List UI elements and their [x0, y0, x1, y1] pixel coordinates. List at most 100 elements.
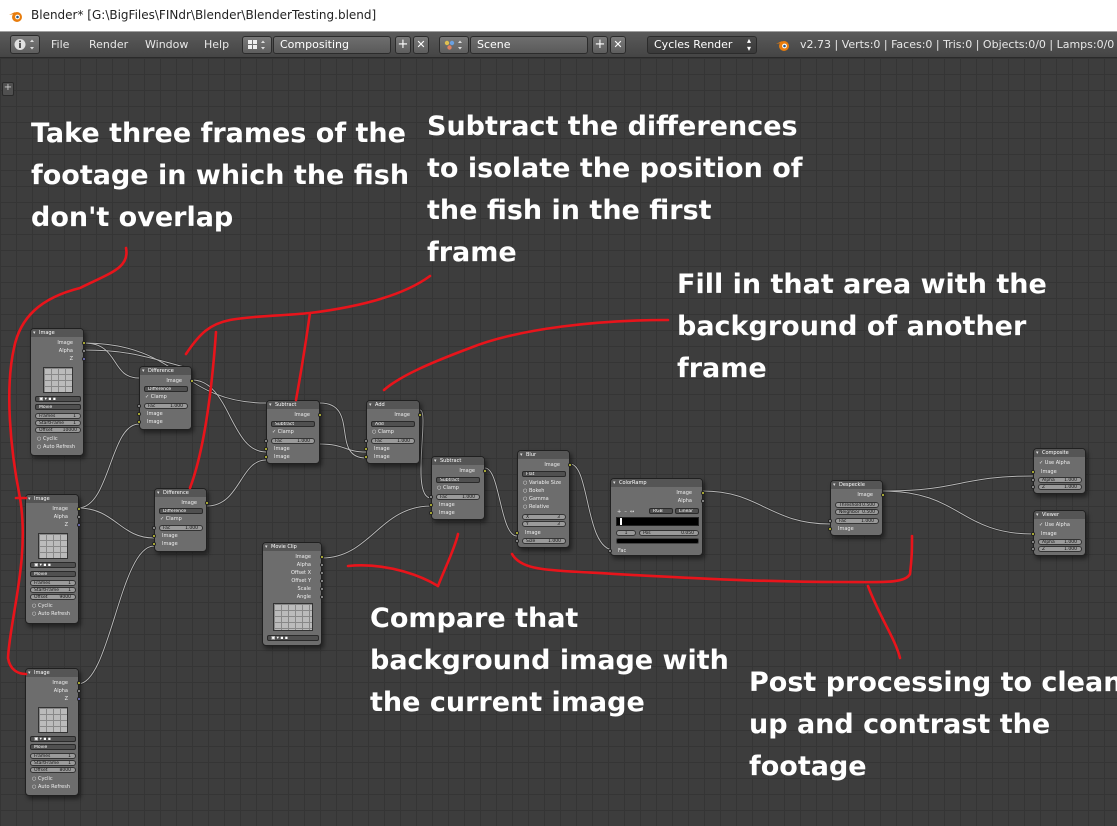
add-scene-button[interactable]: +	[592, 36, 608, 54]
output-socket[interactable]	[77, 689, 81, 693]
viewer-node[interactable]: ▾ Viewer ✓ Use Alpha Image Alpha 1.000 Z 1.…	[1031, 510, 1086, 556]
output-socket[interactable]	[77, 507, 81, 511]
menu-render[interactable]: Render	[89, 38, 128, 51]
output-socket[interactable]	[77, 523, 81, 527]
frames-field[interactable]: Frames 1	[35, 413, 81, 419]
input-socket[interactable]	[1031, 470, 1035, 474]
color-ramp-bar[interactable]	[616, 517, 699, 526]
y-field[interactable]: Y3	[522, 521, 566, 527]
input-socket[interactable]	[1031, 540, 1035, 544]
toolshelf-toggle-icon[interactable]: +	[2, 82, 14, 96]
fac-field[interactable]: Fac 1.000	[271, 438, 315, 444]
clamp-checkbox[interactable]: ✓ Clamp	[160, 516, 182, 522]
gamma-checkbox[interactable]: ○ Gamma	[523, 496, 549, 502]
add-screen-button[interactable]: +	[395, 36, 411, 54]
fac-field[interactable]: Fac 1.000	[144, 403, 188, 409]
input-socket[interactable]	[828, 519, 832, 523]
image-node-3[interactable]: ▾ Image Image Alpha Z ▣ ▾ ▪ ▪ Movie Frame…	[25, 668, 81, 796]
blend-mode-dropdown[interactable]: Add	[371, 421, 415, 427]
output-socket[interactable]	[318, 413, 322, 417]
alpha-field[interactable]: Alpha 1.000	[1038, 477, 1082, 483]
x-field[interactable]: X3	[522, 514, 566, 520]
source-dropdown[interactable]: Movie	[35, 404, 81, 410]
fac-field[interactable]: Fac 1.000	[159, 525, 203, 531]
output-socket[interactable]	[77, 697, 81, 701]
input-socket[interactable]	[608, 549, 612, 553]
frames-field[interactable]: Frames 1	[30, 580, 76, 586]
despeckle-node[interactable]: ▾ Despeckle Image Threshold 0.500 Neighbor…	[828, 480, 885, 536]
input-socket[interactable]	[429, 503, 433, 507]
input-socket[interactable]	[515, 531, 519, 535]
clamp-checkbox[interactable]: ○ Clamp	[372, 429, 394, 435]
input-socket[interactable]	[429, 495, 433, 499]
ramp-add-remove-buttons[interactable]: + – ↔	[617, 509, 634, 515]
input-socket[interactable]	[264, 447, 268, 451]
delete-screen-button[interactable]: ✕	[413, 36, 429, 54]
node-editor-canvas[interactable]: + ▾ Image Image Alpha Z ▣ ▾ ▪ ▪ Movie Fr…	[0, 58, 1117, 826]
output-socket[interactable]	[82, 357, 86, 361]
output-socket[interactable]	[77, 681, 81, 685]
input-socket[interactable]	[152, 534, 156, 538]
fac-field[interactable]: Fac 1.000	[371, 438, 415, 444]
fac-field[interactable]: Fac 1.000	[835, 518, 879, 524]
output-socket[interactable]	[320, 579, 324, 583]
blend-mode-dropdown[interactable]: Difference	[159, 508, 203, 514]
input-socket[interactable]	[152, 526, 156, 530]
blur-node[interactable]: ▾ Blur Image Flat ○ Variable Size ○ Bokeh…	[515, 450, 572, 548]
output-socket[interactable]	[82, 349, 86, 353]
difference-node-2[interactable]: ▾ Difference Image Difference ✓ Clamp Fac…	[152, 488, 209, 552]
add-node[interactable]: ▾ Add Image Add ○ Clamp Fac 1.000 Image Im…	[364, 400, 422, 464]
input-socket[interactable]	[1031, 478, 1035, 482]
menu-help[interactable]: Help	[204, 38, 229, 51]
input-socket[interactable]	[364, 439, 368, 443]
alpha-field[interactable]: Alpha 1.000	[1038, 539, 1082, 545]
z-field[interactable]: Z 1.000	[1038, 484, 1082, 490]
blend-mode-dropdown[interactable]: Subtract	[271, 421, 315, 427]
bokeh-checkbox[interactable]: ○ Bokeh	[523, 488, 544, 494]
image-browse-field[interactable]: ▣ ▾ ▪ ▪	[30, 736, 76, 742]
pos-field[interactable]: Pos 0.050	[639, 530, 699, 536]
screen-layout-button[interactable]	[242, 36, 272, 54]
filter-type-dropdown[interactable]: Flat	[522, 471, 566, 477]
clamp-checkbox[interactable]: ✓ Clamp	[272, 429, 294, 435]
neighbor-field[interactable]: Neighbor 0.500	[835, 509, 879, 515]
cyclic-checkbox[interactable]: ○ Cyclic	[32, 776, 53, 782]
input-socket[interactable]	[1031, 547, 1035, 551]
frames-field[interactable]: Frames 1	[30, 753, 76, 759]
subtract-node-1[interactable]: ▾ Subtract Image Subtract ✓ Clamp Fac 1.00…	[264, 400, 322, 464]
menu-window[interactable]: Window	[145, 38, 188, 51]
cyclic-checkbox[interactable]: ○ Cyclic	[32, 603, 53, 609]
output-socket[interactable]	[701, 499, 705, 503]
input-socket[interactable]	[1031, 532, 1035, 536]
source-dropdown[interactable]: Movie	[30, 571, 76, 577]
input-socket[interactable]	[137, 412, 141, 416]
output-socket[interactable]	[190, 379, 194, 383]
composite-node[interactable]: ▾ Composite ✓ Use Alpha Image Alpha 1.000 …	[1031, 448, 1086, 494]
subtract-node-2[interactable]: ▾ Subtract Image Subtract ○ Clamp Fac 1.00…	[429, 456, 487, 520]
scene-field[interactable]: Scene	[470, 36, 588, 54]
output-socket[interactable]	[77, 515, 81, 519]
movie-clip-node[interactable]: ▾ Movie Clip Image Alpha Offset X Offset …	[262, 542, 324, 646]
offset-field[interactable]: Offset 10000	[35, 427, 81, 433]
delete-scene-button[interactable]: ✕	[610, 36, 626, 54]
clamp-checkbox[interactable]: ✓ Clamp	[145, 394, 167, 400]
stop-color-swatch[interactable]	[616, 538, 699, 544]
blend-mode-dropdown[interactable]: Subtract	[436, 477, 480, 483]
clamp-checkbox[interactable]: ○ Clamp	[437, 485, 459, 491]
input-socket[interactable]	[137, 404, 141, 408]
ramp-stop-marker[interactable]	[620, 518, 622, 525]
interpolation-dropdown[interactable]: Linear	[675, 508, 699, 514]
output-socket[interactable]	[320, 571, 324, 575]
fac-field[interactable]: Fac 1.000	[436, 494, 480, 500]
stop-index-field[interactable]: 1	[616, 530, 636, 536]
output-socket[interactable]	[82, 341, 86, 345]
use-alpha-checkbox[interactable]: ✓ Use Alpha	[1039, 522, 1070, 528]
screen-layout-field[interactable]: Compositing	[273, 36, 391, 54]
startframe-field[interactable]: StartFrame 1	[30, 587, 76, 593]
input-socket[interactable]	[264, 455, 268, 459]
color-mode-dropdown[interactable]: RGB	[649, 508, 673, 514]
input-socket[interactable]	[152, 542, 156, 546]
menu-file[interactable]: File	[51, 38, 69, 51]
size-field[interactable]: Size 1.000	[522, 538, 566, 544]
image-node-1[interactable]: ▾ Image Image Alpha Z ▣ ▾ ▪ ▪ Movie Frame…	[30, 328, 86, 456]
